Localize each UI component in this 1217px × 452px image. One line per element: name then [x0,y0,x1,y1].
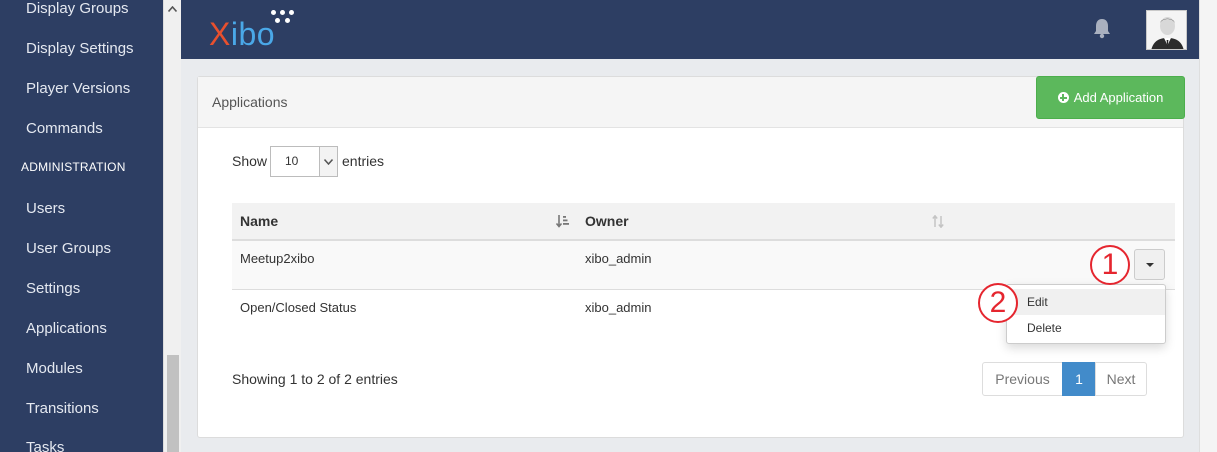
cell-owner: xibo_admin [585,300,652,315]
sidebar-item-display-groups[interactable]: Display Groups [26,0,129,17]
top-navbar: Xibo [181,0,1199,59]
panel-title: Applications [212,94,288,110]
show-label: Show [232,153,268,169]
sidebar-item-player-versions[interactable]: Player Versions [26,80,130,97]
right-gutter [1199,0,1217,452]
entries-label: entries [342,153,385,169]
sidebar-scrollbar[interactable] [163,0,181,452]
avatar[interactable] [1146,10,1187,50]
logo-x: X [209,16,231,52]
entries-per-page-select[interactable]: 10 [270,146,338,177]
sidebar-item-display-settings[interactable]: Display Settings [26,40,134,57]
menu-item-edit[interactable]: Edit [1007,289,1165,315]
bell-icon[interactable] [1091,17,1113,39]
sort-both-icon[interactable] [932,214,944,233]
scroll-up-arrow-icon[interactable] [164,0,181,17]
plus-circle-icon [1057,92,1069,103]
sidebar-item-transitions[interactable]: Transitions [26,400,99,417]
add-application-label: Add Application [1073,90,1164,105]
sidebar-item-commands[interactable]: Commands [26,120,103,137]
scrollbar-thumb[interactable] [167,355,179,452]
table-header: Name Owner [232,203,1175,241]
row-actions-menu: Edit Delete [1006,284,1166,344]
sidebar: Display Groups Display Settings Player V… [0,0,163,452]
sidebar-item-users[interactable]: Users [26,200,65,217]
entries-per-page-value: 10 [285,154,299,168]
pagination: Previous 1 Next [982,362,1147,396]
annotation-callout-2: 2 [978,283,1018,323]
column-header-owner[interactable]: Owner [585,213,629,229]
sidebar-item-user-groups[interactable]: User Groups [26,240,111,257]
sidebar-section-administration: ADMINISTRATION [21,160,126,174]
sort-ascending-icon[interactable] [555,215,570,233]
add-application-button[interactable]: Add Application [1036,76,1185,119]
cell-name: Meetup2xibo [240,251,315,266]
sidebar-item-settings[interactable]: Settings [26,280,80,297]
table-info: Showing 1 to 2 of 2 entries [232,371,398,387]
row-actions-button[interactable] [1134,249,1165,280]
panel-heading: Applications Add Application [198,76,1185,128]
page-1-button[interactable]: 1 [1062,362,1096,396]
sidebar-item-tasks[interactable]: Tasks [26,439,64,452]
caret-down-icon [1145,262,1154,267]
sidebar-item-applications[interactable]: Applications [26,320,107,337]
cell-name: Open/Closed Status [240,300,357,315]
next-page-button[interactable]: Next [1095,362,1147,396]
annotation-callout-1: 1 [1090,245,1130,285]
table-row: Meetup2xibo xibo_admin [232,241,1175,290]
previous-page-button[interactable]: Previous [982,362,1063,396]
column-header-name[interactable]: Name [240,213,278,229]
xibo-logo[interactable]: Xibo [209,14,275,54]
chevron-down-icon[interactable] [319,147,337,176]
logo-rest: ibo [230,16,276,52]
sidebar-item-modules[interactable]: Modules [26,360,83,377]
cell-owner: xibo_admin [585,251,652,266]
menu-item-delete[interactable]: Delete [1007,315,1165,341]
